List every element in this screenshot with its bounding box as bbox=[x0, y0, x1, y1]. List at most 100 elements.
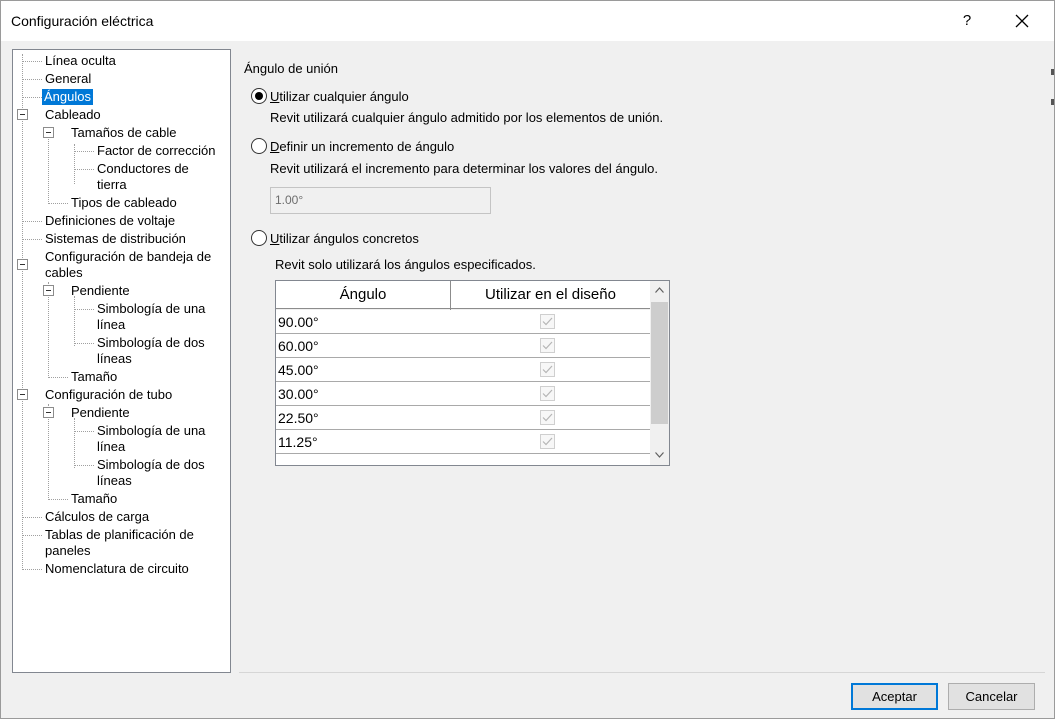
table-row[interactable]: 30.00° bbox=[276, 382, 650, 406]
angle-cell[interactable]: 45.00° bbox=[278, 362, 319, 378]
radio-specific-angles-label: Utilizar ángulos concretos bbox=[270, 231, 419, 246]
collapse-minus-icon[interactable] bbox=[17, 259, 28, 270]
tree-connector bbox=[74, 169, 94, 170]
tree-connector bbox=[22, 79, 42, 80]
close-button[interactable] bbox=[999, 5, 1045, 37]
column-header-angle[interactable]: Ángulo bbox=[276, 281, 450, 309]
use-in-design-checkbox[interactable] bbox=[540, 362, 555, 377]
tree-item-conductores-de-tierra[interactable]: Conductores de bbox=[97, 161, 189, 177]
tree-connector bbox=[22, 239, 42, 240]
use-in-design-checkbox[interactable] bbox=[540, 386, 555, 401]
tree-item-configuracion-de-tubo[interactable]: Configuración de tubo bbox=[45, 387, 172, 403]
angle-cell[interactable]: 90.00° bbox=[278, 314, 319, 330]
tree-item-nomenclatura-de-circuito[interactable]: Nomenclatura de circuito bbox=[45, 561, 189, 577]
tree-connector bbox=[74, 144, 75, 184]
angle-cell[interactable]: 11.25° bbox=[278, 434, 318, 450]
tree-connector bbox=[48, 404, 49, 498]
tree-item-angulos[interactable]: Ángulos bbox=[42, 89, 93, 105]
tree-item-bandeja-de-cables[interactable]: Configuración de bandeja de bbox=[45, 249, 211, 265]
table-row[interactable]: 11.25° bbox=[276, 430, 650, 454]
angle-cell[interactable]: 60.00° bbox=[278, 338, 319, 354]
angles-panel: Ángulo de unión Utilizar cualquier ángul… bbox=[239, 49, 1045, 673]
tree-item-tubo-simbologia-dos-line2[interactable]: líneas bbox=[97, 473, 132, 489]
tree-item-bandeja-simbologia-dos[interactable]: Simbología de dos bbox=[97, 335, 205, 351]
radio-circle[interactable] bbox=[251, 230, 267, 246]
tree-connector bbox=[48, 282, 49, 376]
edge-mark bbox=[1051, 69, 1054, 75]
table-row[interactable]: 60.00° bbox=[276, 334, 650, 358]
table-row-partial bbox=[276, 454, 650, 465]
help-button[interactable]: ? bbox=[945, 5, 989, 37]
tree-item-tablas-de-paneles-line2[interactable]: paneles bbox=[45, 543, 91, 559]
checkmark-icon bbox=[542, 413, 553, 422]
section-title: Ángulo de unión bbox=[244, 61, 338, 76]
radio-circle[interactable] bbox=[251, 138, 267, 154]
ok-button[interactable]: Aceptar bbox=[851, 683, 938, 710]
table-row[interactable]: 22.50° bbox=[276, 406, 650, 430]
tree-item-sistemas-de-distribucion[interactable]: Sistemas de distribución bbox=[45, 231, 186, 247]
table-row[interactable]: 90.00° bbox=[276, 310, 650, 334]
tree-item-tubo-simbologia-una[interactable]: Simbología de una bbox=[97, 423, 205, 439]
tree-item-bandeja-pendiente[interactable]: Pendiente bbox=[71, 283, 130, 299]
title-bar: Configuración eléctrica ? bbox=[1, 1, 1054, 41]
checkmark-icon bbox=[542, 341, 553, 350]
angles-table: Ángulo Utilizar en el diseño 90.00° 60.0… bbox=[275, 280, 670, 466]
tree-item-bandeja-simbologia-una-line2[interactable]: línea bbox=[97, 317, 125, 333]
tree-item-tablas-de-paneles[interactable]: Tablas de planificación de bbox=[45, 527, 194, 543]
table-vertical-scrollbar[interactable] bbox=[650, 281, 669, 465]
tree-item-bandeja-tamano[interactable]: Tamaño bbox=[71, 369, 117, 385]
tree-connector bbox=[74, 418, 75, 468]
tree-item-bandeja-simbologia-dos-line2[interactable]: líneas bbox=[97, 351, 132, 367]
cancel-button[interactable]: Cancelar bbox=[948, 683, 1035, 710]
tree-connector bbox=[74, 151, 94, 152]
accelerator-letter: U bbox=[270, 231, 280, 246]
checkmark-icon bbox=[542, 365, 553, 374]
tree-item-tubo-simbologia-una-line2[interactable]: línea bbox=[97, 439, 125, 455]
angle-increment-input[interactable]: 1.00° bbox=[270, 187, 491, 214]
edge-mark bbox=[1051, 99, 1054, 105]
angle-cell[interactable]: 30.00° bbox=[278, 386, 319, 402]
tree-connector bbox=[22, 61, 42, 62]
angle-cell[interactable]: 22.50° bbox=[278, 410, 319, 426]
radio-circle[interactable] bbox=[251, 88, 267, 104]
checkmark-icon bbox=[542, 317, 553, 326]
tree-item-general[interactable]: General bbox=[45, 71, 91, 87]
tree-item-bandeja-simbologia-una[interactable]: Simbología de una bbox=[97, 301, 205, 317]
use-in-design-checkbox[interactable] bbox=[540, 338, 555, 353]
checkmark-icon bbox=[542, 437, 553, 446]
checkmark-icon bbox=[542, 389, 553, 398]
table-row[interactable]: 45.00° bbox=[276, 358, 650, 382]
tree-item-tubo-tamano[interactable]: Tamaño bbox=[71, 491, 117, 507]
use-in-design-checkbox[interactable] bbox=[540, 434, 555, 449]
tree-connector bbox=[22, 535, 42, 536]
tree-item-calculos-de-carga[interactable]: Cálculos de carga bbox=[45, 509, 149, 525]
collapse-minus-icon[interactable] bbox=[43, 285, 54, 296]
collapse-minus-icon[interactable] bbox=[43, 127, 54, 138]
tree-connector bbox=[22, 97, 42, 98]
use-in-design-checkbox[interactable] bbox=[540, 314, 555, 329]
tree-item-conductores-de-tierra-line2[interactable]: tierra bbox=[97, 177, 127, 193]
tree-connector bbox=[48, 132, 49, 202]
use-in-design-checkbox[interactable] bbox=[540, 410, 555, 425]
footer-separator bbox=[239, 672, 1045, 673]
tree-item-tipos-de-cableado[interactable]: Tipos de cableado bbox=[71, 195, 177, 211]
tree-item-cableado[interactable]: Cableado bbox=[45, 107, 101, 123]
tree-item-bandeja-de-cables-line2[interactable]: cables bbox=[45, 265, 83, 281]
collapse-minus-icon[interactable] bbox=[43, 407, 54, 418]
tree-item-tubo-simbologia-dos[interactable]: Simbología de dos bbox=[97, 457, 205, 473]
scroll-thumb[interactable] bbox=[651, 302, 668, 424]
tree-connector bbox=[22, 54, 23, 570]
specific-angles-description: Revit solo utilizará los ángulos especif… bbox=[275, 257, 536, 272]
collapse-minus-icon[interactable] bbox=[17, 109, 28, 120]
column-header-use-in-design[interactable]: Utilizar en el diseño bbox=[451, 281, 650, 309]
settings-tree[interactable]: Línea oculta General Ángulos Cableado Ta… bbox=[12, 49, 231, 673]
tree-item-factor-de-correccion[interactable]: Factor de corrección bbox=[97, 143, 216, 159]
scroll-down-button[interactable] bbox=[650, 446, 669, 465]
collapse-minus-icon[interactable] bbox=[17, 389, 28, 400]
tree-item-definiciones-de-voltaje[interactable]: Definiciones de voltaje bbox=[45, 213, 175, 229]
accelerator-letter: U bbox=[270, 89, 280, 104]
tree-item-linea-oculta[interactable]: Línea oculta bbox=[45, 53, 116, 69]
scroll-up-button[interactable] bbox=[650, 281, 669, 300]
tree-item-tubo-pendiente[interactable]: Pendiente bbox=[71, 405, 130, 421]
tree-item-tamanos-de-cable[interactable]: Tamaños de cable bbox=[71, 125, 177, 141]
